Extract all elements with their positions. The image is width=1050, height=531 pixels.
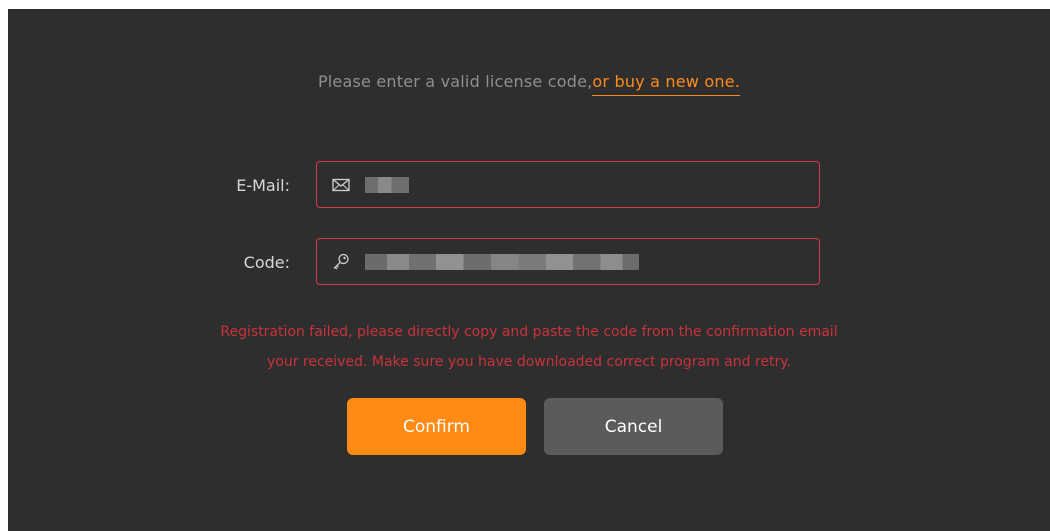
code-field[interactable]	[316, 238, 820, 285]
code-value-redacted	[365, 254, 639, 270]
intro-text: Please enter a valid license code,or buy…	[8, 72, 1050, 96]
buy-license-link[interactable]: or buy a new one.	[592, 72, 741, 96]
email-value-redacted	[365, 177, 409, 193]
mail-icon	[331, 175, 351, 195]
license-dialog: Please enter a valid license code,or buy…	[8, 9, 1050, 531]
intro-message: Please enter a valid license code,	[317, 72, 593, 91]
key-icon	[331, 252, 351, 272]
error-line-1: Registration failed, please directly cop…	[220, 324, 838, 340]
confirm-button[interactable]: Confirm	[347, 398, 526, 455]
email-field[interactable]	[316, 161, 820, 208]
email-label: E-Mail:	[236, 176, 290, 195]
error-message: Registration failed, please directly cop…	[68, 317, 990, 377]
cancel-button[interactable]: Cancel	[544, 398, 723, 455]
error-line-2: your received. Make sure you have downlo…	[266, 354, 792, 370]
code-label: Code:	[243, 253, 290, 272]
